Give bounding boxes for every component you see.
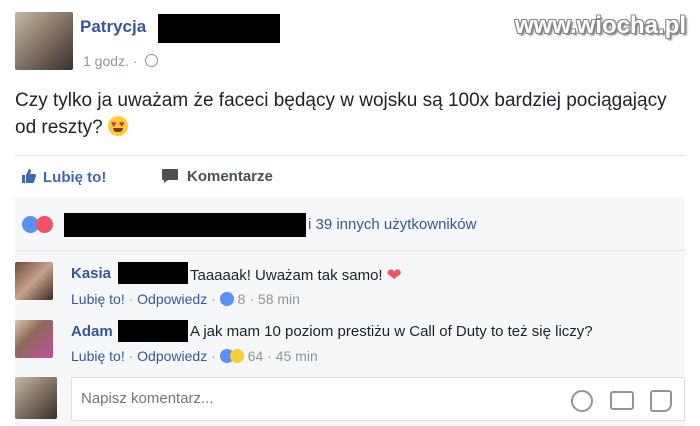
post-timestamp[interactable]: 1 godz. · (83, 53, 159, 69)
redacted-surname (118, 262, 188, 284)
comment-composer[interactable] (71, 377, 685, 421)
sticker-icon[interactable] (650, 390, 672, 412)
comment-text: Taaaaak! Uważam tak samo! ❤ (190, 265, 402, 286)
divider (15, 250, 685, 251)
comment-meta: Lubię to! · Odpowiedz · 64 · 45 min (71, 348, 318, 364)
redacted-surname (118, 320, 188, 342)
redacted-surname (158, 14, 280, 43)
like-count-icon (219, 292, 234, 306)
post-action-bar: Lubię to! Komentarze (15, 160, 685, 192)
comment-icon (162, 169, 178, 183)
comment-like-count[interactable]: 64 (248, 348, 264, 364)
post-body: Czy tylko ja uważam że faceci będący w w… (15, 87, 685, 141)
comment-reply-link[interactable]: Odpowiedz (137, 348, 207, 364)
like-button-label: Lubię to! (43, 169, 107, 186)
globe-icon (145, 54, 159, 67)
heart-icon: ❤ (386, 265, 402, 285)
comment-input[interactable] (81, 390, 501, 407)
like-icon (22, 169, 36, 183)
heart-eyes-emoji-icon: ♥ ♥ (107, 116, 128, 136)
author-avatar[interactable] (15, 12, 73, 70)
emoji-icon[interactable] (571, 390, 593, 412)
camera-icon[interactable] (610, 391, 634, 410)
separator: · (211, 291, 216, 307)
separator: · (211, 348, 216, 364)
comment-like-link[interactable]: Lubię to! (71, 291, 125, 307)
comment-reply-link[interactable]: Odpowiedz (137, 291, 207, 307)
comment-text: A jak mam 10 poziom prestiżu w Call of D… (190, 323, 593, 340)
comment-author[interactable]: Kasia (71, 265, 111, 282)
comment-avatar[interactable] (15, 262, 53, 300)
like-button[interactable]: Lubię to! (21, 168, 106, 186)
separator: · (267, 348, 272, 364)
separator: · (249, 291, 255, 307)
separator: · (128, 348, 134, 364)
haha-icon (229, 349, 244, 363)
comment-button[interactable]: Komentarze (161, 168, 273, 185)
comment-time[interactable]: 58 min (258, 291, 300, 307)
love-reaction-icon[interactable] (36, 216, 53, 233)
comment-text-content: Taaaaak! Uważam tak samo! (190, 267, 383, 284)
reactions-summary[interactable]: i 39 innych użytkowników (308, 216, 476, 233)
post-author-name[interactable]: Patrycja (80, 17, 146, 37)
comment-avatar[interactable] (15, 320, 53, 358)
comment-like-count[interactable]: 8 (238, 291, 246, 307)
composer-avatar (15, 377, 57, 419)
comment-time[interactable]: 45 min (276, 348, 318, 364)
divider (15, 155, 685, 156)
post-time-text: 1 godz. · (83, 53, 138, 69)
comment-button-label: Komentarze (187, 168, 273, 185)
comment-author[interactable]: Adam (71, 323, 113, 340)
separator: · (128, 291, 134, 307)
comment-like-link[interactable]: Lubię to! (71, 348, 125, 364)
site-watermark: www.wiocha.pl (514, 12, 686, 39)
redacted-reactors (64, 213, 306, 237)
comment-meta: Lubię to! · Odpowiedz · 8 · 58 min (71, 291, 300, 307)
